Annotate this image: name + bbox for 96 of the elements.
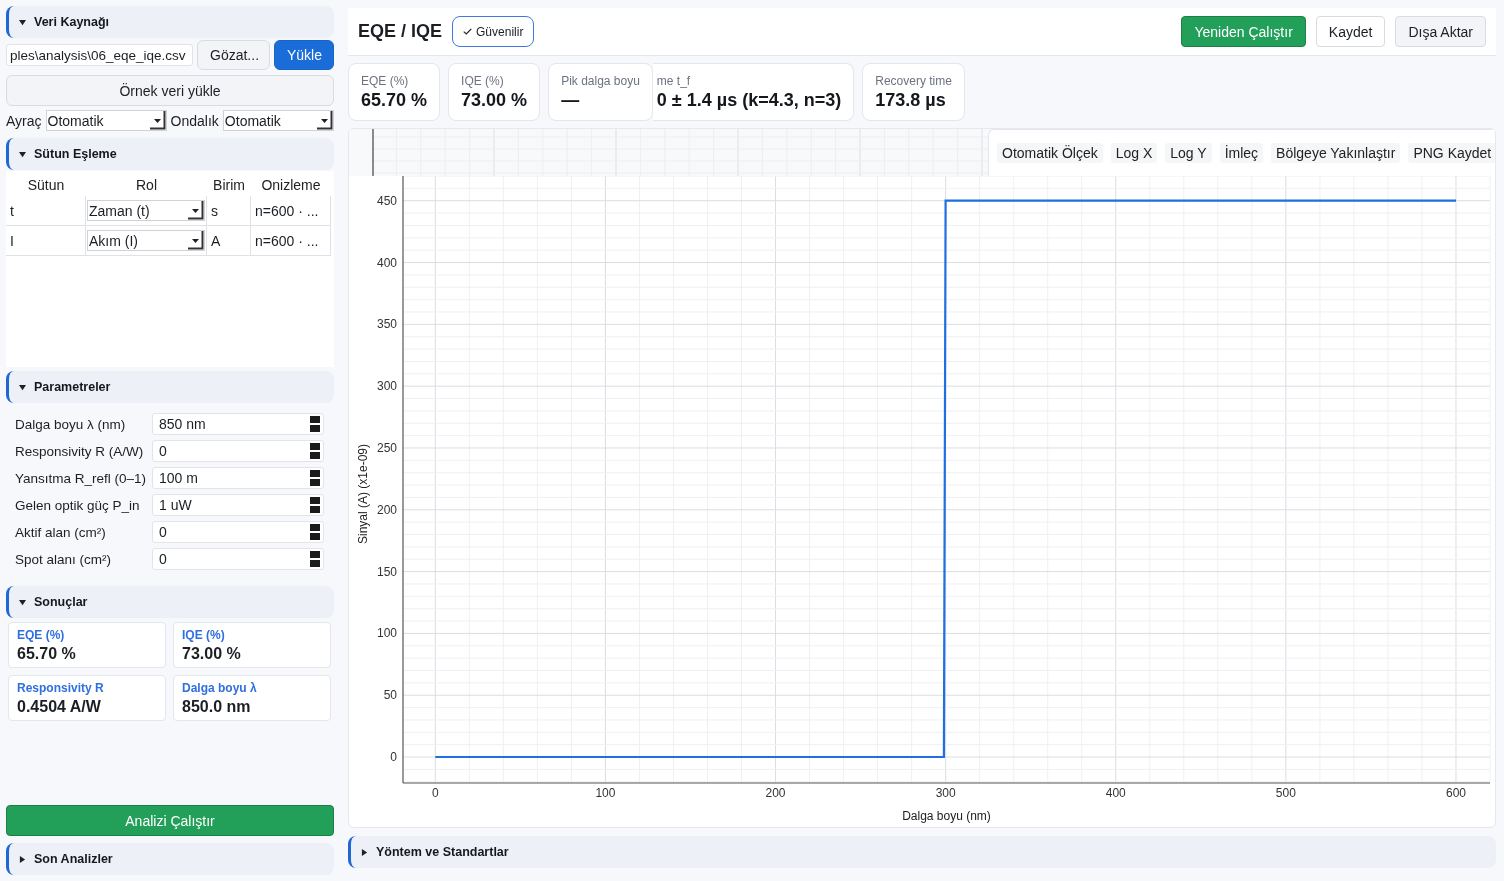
stepper-icon[interactable]	[308, 415, 322, 433]
axis-tick-label: 300	[376, 379, 397, 394]
result-value: 73.00 %	[182, 645, 242, 663]
table-cell: I	[6, 226, 86, 256]
axis-tick-label: 100	[376, 626, 397, 641]
result-label: EQE (%)	[17, 628, 66, 642]
number-field[interactable]: 0	[152, 548, 324, 570]
stepper-icon[interactable]	[308, 469, 322, 487]
axis-tick-label: 0	[390, 750, 397, 765]
number-field[interactable]: 1 uW	[152, 494, 324, 516]
stat-label: IQE (%)	[461, 73, 505, 88]
field-label: Gelen optik güç P_in	[15, 497, 141, 513]
axis-tick-label: 350	[376, 317, 397, 332]
field-label: Ayraç	[6, 112, 42, 129]
result-label: Dalga boyu λ	[182, 681, 258, 695]
result-value: 850.0 nm	[182, 698, 252, 716]
stat-label: Recovery time	[875, 73, 952, 88]
section-header[interactable]: Sütun Eşleme	[6, 138, 334, 170]
stepper-icon[interactable]	[308, 550, 322, 568]
stepper-icon[interactable]	[308, 523, 322, 541]
axis-tick-label: 200	[765, 786, 786, 800]
section-header[interactable]: Veri Kaynağı	[6, 6, 334, 38]
section-header[interactable]: Sonuçlar	[6, 586, 334, 618]
axis-tick-label: 500	[1275, 786, 1296, 800]
dropdown[interactable]: Akım (I)	[87, 230, 205, 251]
check-icon	[463, 28, 473, 35]
field-label: Aktif alan (cm²)	[15, 524, 107, 540]
axis-tick-label: 450	[376, 193, 397, 208]
stat-label: Pik dalga boyu	[561, 73, 640, 88]
column-header: Onizleme	[260, 176, 322, 193]
axis-tick-label: 100	[595, 786, 616, 800]
number-field[interactable]: 100 m	[152, 467, 324, 489]
axis-tick-label: 50	[383, 688, 397, 703]
section-header[interactable]: Yöntem ve Standartlar	[348, 836, 1496, 868]
axis-tick-label: 150	[376, 564, 397, 579]
stat-value: 0 ± 1.4 µs (k=4.3, n=3)	[656, 89, 842, 111]
stat-value: —	[561, 89, 581, 111]
axis-tick-label: 0	[432, 786, 439, 800]
stat-value: 173.8 µs	[875, 89, 947, 111]
load-button[interactable]: Yükle	[274, 40, 334, 70]
result-value: 0.4504 A/W	[17, 698, 102, 716]
axis-tick-label: 200	[376, 502, 397, 517]
axis-tick-label: 400	[376, 255, 397, 270]
field-label: Responsivity R (A/W)	[15, 443, 145, 459]
chart-tool-button[interactable]: Log Y	[1165, 143, 1212, 163]
toolbar-button[interactable]: Kaydet	[1315, 16, 1386, 47]
field-label: Spot alanı (cm²)	[15, 551, 113, 567]
dropdown[interactable]: Otomatik	[45, 110, 167, 131]
chart-tool-button[interactable]: İmleç	[1219, 143, 1264, 163]
result-label: IQE (%)	[182, 628, 226, 642]
browse-button[interactable]: Gözat...	[197, 40, 270, 70]
column-header: Rol	[135, 176, 158, 193]
result-value: 65.70 %	[17, 645, 77, 663]
table-cell: s	[207, 196, 251, 226]
axis-tick-label: 300	[935, 786, 956, 800]
dropdown[interactable]: Zaman (t)	[87, 200, 205, 221]
axis-title: Dalga boyu (nm)	[902, 809, 991, 823]
table-cell: t	[6, 196, 86, 226]
section-header[interactable]: Son Analizler	[6, 843, 334, 875]
axis-tick-label: 600	[1445, 786, 1466, 800]
table-cell: n=600 · ...	[251, 196, 331, 226]
stat-label: me t_f	[656, 73, 692, 88]
table-cell: A	[207, 226, 251, 256]
stat-value: 73.00 %	[461, 89, 528, 111]
number-field[interactable]: 0	[152, 440, 324, 462]
sample-data-button[interactable]: Örnek veri yükle	[6, 75, 334, 106]
dropdown[interactable]: Otomatik	[222, 110, 334, 131]
stepper-icon[interactable]	[308, 442, 322, 460]
stepper-icon[interactable]	[308, 496, 322, 514]
axis-title: Sinyal (A) (x1e-09)	[356, 444, 370, 544]
axis-tick-label: 250	[376, 441, 397, 455]
number-field[interactable]: 850 nm	[152, 413, 324, 435]
section-header[interactable]: Parametreler	[6, 371, 334, 403]
dropdown-arrow-icon	[317, 111, 333, 130]
chart-tool-button[interactable]: Bölgeye Yakınlaştır	[1271, 143, 1401, 163]
column-header: Birim	[212, 176, 246, 193]
dropdown-arrow-icon	[149, 111, 166, 130]
chart-tool-button[interactable]: PNG Kaydet	[1408, 143, 1495, 163]
chart-tool-button[interactable]: Log X	[1110, 143, 1158, 163]
field-label: Yansıtma R_refl (0–1)	[15, 470, 148, 486]
dropdown-arrow-icon	[188, 231, 204, 250]
stat-label: EQE (%)	[361, 73, 410, 88]
axis-tick-label: 400	[1105, 786, 1126, 800]
badge-label: Güvenilir	[476, 24, 524, 39]
number-field[interactable]: 0	[152, 521, 324, 543]
table-cell: n=600 · ...	[251, 226, 331, 256]
field-label: Ondalık	[170, 112, 219, 129]
file-path-field[interactable]: ples\analysis\06_eqe_iqe.csv	[6, 44, 193, 66]
column-header: Sütun	[26, 176, 66, 193]
field-label: Dalga boyu λ (nm)	[15, 416, 127, 432]
dropdown-arrow-icon	[188, 201, 204, 220]
stat-value: 65.70 %	[361, 89, 428, 111]
chart-tool-button[interactable]: Otomatik Ölçek	[997, 143, 1103, 163]
result-label: Responsivity R	[17, 681, 105, 695]
toolbar-button[interactable]: Dışa Aktar	[1395, 16, 1486, 47]
page-title: EQE / IQE	[358, 21, 443, 42]
